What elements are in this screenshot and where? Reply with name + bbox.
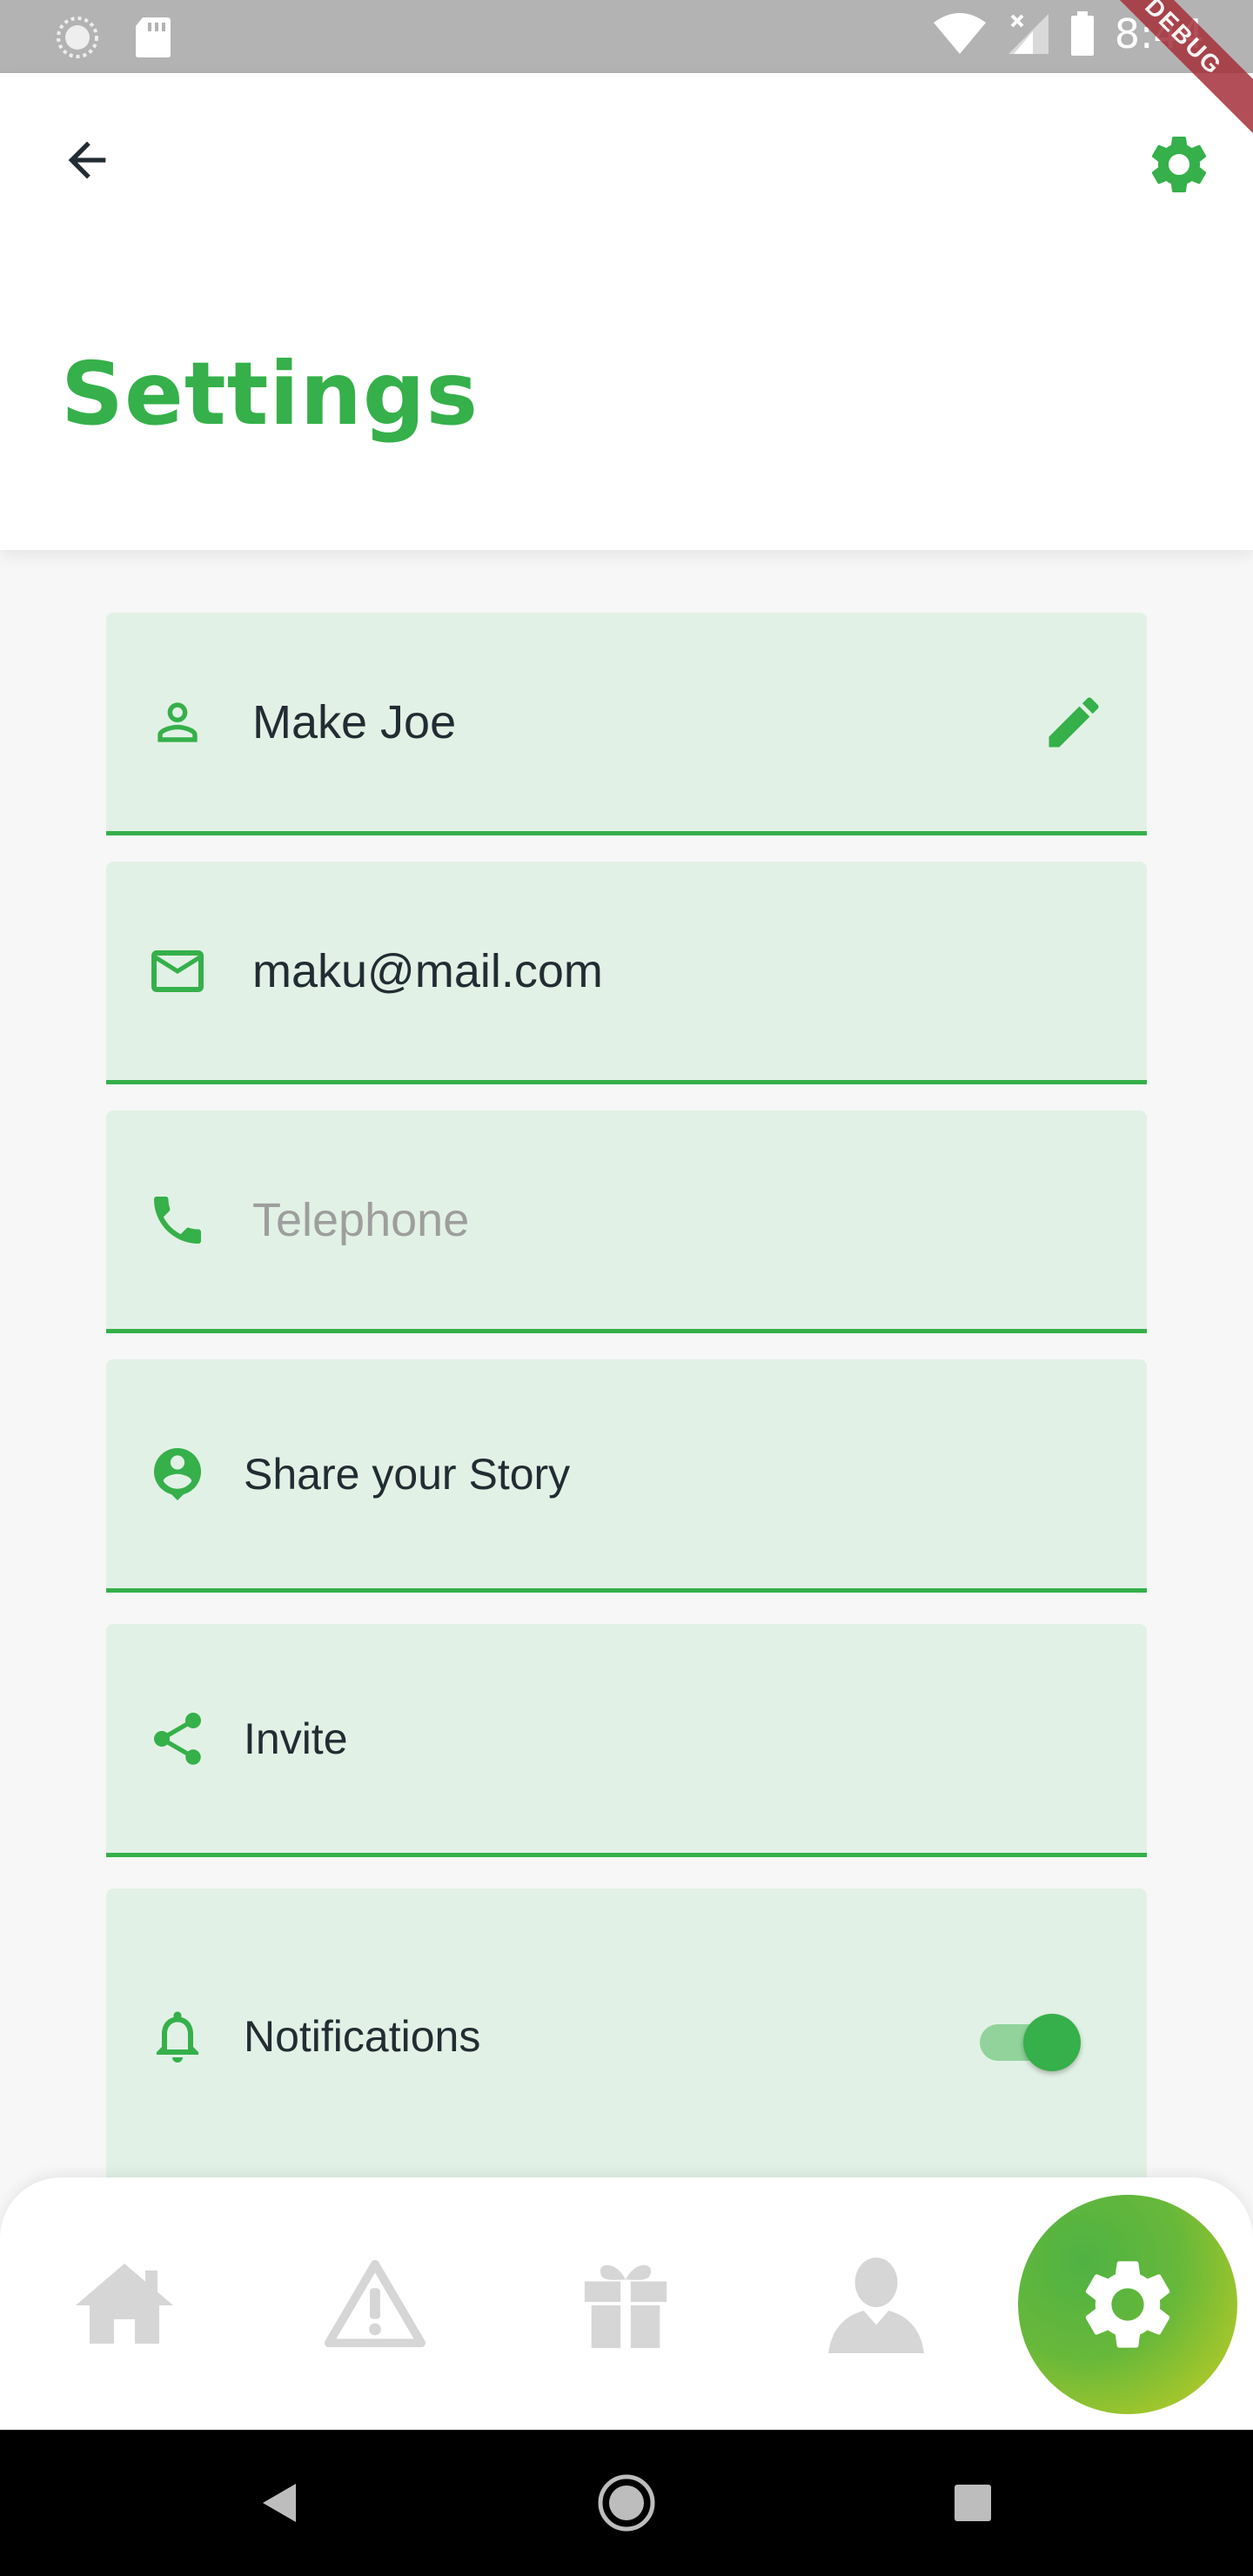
nav-home[interactable] [68, 2247, 181, 2360]
person-icon [828, 2257, 924, 2353]
toggle-thumb [1023, 2014, 1081, 2071]
phone-icon [146, 1189, 209, 1251]
invite-label: Invite [244, 1714, 348, 1763]
settings-screen: 8:44 DEBUG Settings Make Joe [0, 0, 1253, 2576]
nav-alerts[interactable] [318, 2247, 432, 2360]
sd-card-icon [136, 17, 171, 57]
telephone-placeholder: Telephone [252, 1193, 470, 1246]
name-value: Make Joe [252, 695, 457, 748]
edit-name-button[interactable] [1039, 688, 1109, 757]
app-bar: Settings [0, 73, 1253, 550]
gear-icon [1085, 2261, 1170, 2348]
cell-signal-icon [1008, 14, 1049, 54]
bell-outline-icon [146, 2005, 209, 2068]
battery-icon [1070, 11, 1094, 56]
square-recents-icon [955, 2485, 991, 2521]
circle-home-icon [598, 2474, 655, 2532]
system-recents-button[interactable] [938, 2468, 1008, 2538]
bottom-nav [0, 2177, 1253, 2430]
gear-icon [1151, 137, 1207, 192]
mail-outline-icon [146, 940, 209, 1003]
notifications-item: Notifications [106, 1888, 1147, 2184]
system-back-button[interactable] [244, 2468, 313, 2538]
back-button[interactable] [52, 125, 122, 195]
page-title: Settings [61, 343, 479, 445]
share-story-label: Share your Story [244, 1449, 571, 1499]
settings-list: Make Joe maku@mail.com Telephone Share y… [106, 613, 1147, 2184]
sync-icon [57, 17, 98, 58]
status-bar: 8:44 [0, 0, 1253, 73]
name-field[interactable]: Make Joe [106, 613, 1147, 835]
notifications-label: Notifications [244, 2012, 481, 2061]
home-icon [76, 2264, 173, 2344]
settings-shortcut-button[interactable] [1140, 125, 1218, 204]
nav-settings-active[interactable] [1018, 2195, 1237, 2414]
share-icon [146, 1707, 209, 1770]
wifi-icon [933, 13, 986, 54]
share-story-item[interactable]: Share your Story [106, 1359, 1147, 1593]
arrow-back-icon [68, 141, 106, 179]
telephone-field[interactable]: Telephone [106, 1110, 1147, 1333]
person-pin-icon [146, 1443, 209, 1506]
status-left-icons [56, 16, 172, 59]
nav-profile[interactable] [820, 2247, 933, 2360]
notifications-toggle[interactable] [973, 2002, 1086, 2071]
system-nav-bar [0, 2430, 1253, 2576]
system-home-button[interactable] [592, 2468, 661, 2538]
gift-icon [584, 2264, 667, 2349]
invite-item[interactable]: Invite [106, 1624, 1147, 1857]
pencil-icon [1049, 696, 1099, 747]
triangle-back-icon [263, 2484, 296, 2522]
email-field[interactable]: maku@mail.com [106, 862, 1147, 1084]
warning-icon [324, 2259, 426, 2348]
person-outline-icon [146, 691, 209, 754]
email-value: maku@mail.com [252, 944, 603, 997]
nav-rewards[interactable] [569, 2247, 682, 2360]
